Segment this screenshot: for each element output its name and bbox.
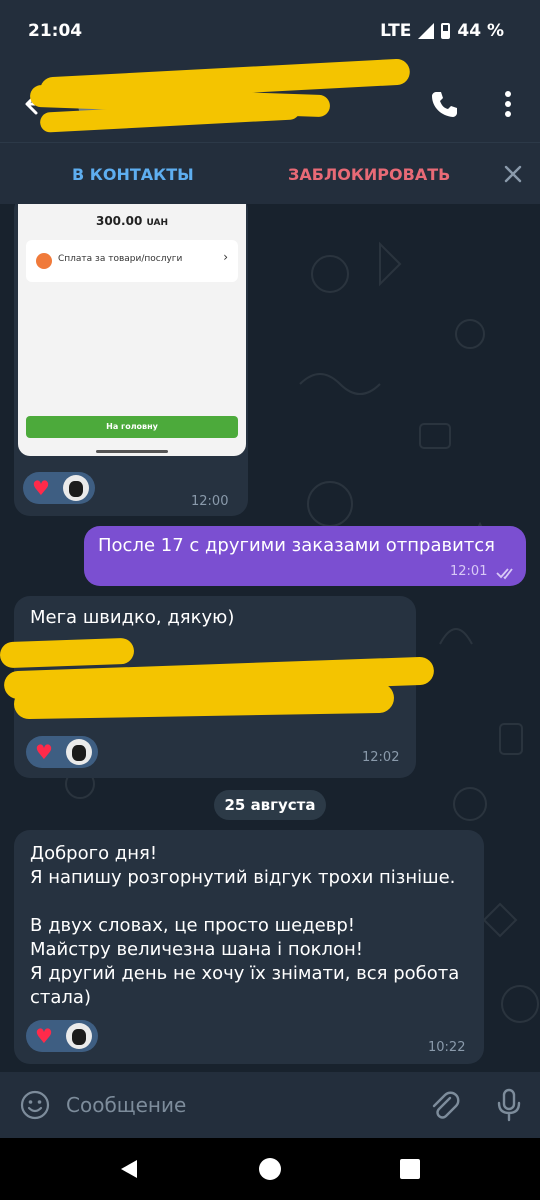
reactor-avatar: [66, 1023, 92, 1049]
paperclip-icon: [432, 1091, 460, 1119]
voice-message-button[interactable]: [494, 1087, 524, 1123]
payment-label: Сплата за товари/послуги: [58, 254, 183, 264]
message-time: 12:02: [362, 750, 400, 765]
battery-icon: [441, 23, 451, 39]
heart-reaction-icon: ♥: [35, 740, 53, 764]
chat-history[interactable]: 300.00 UAH Сплата за товари/послуги › На…: [0, 204, 540, 1072]
status-time: 21:04: [28, 21, 83, 41]
message-time: 12:00: [191, 494, 229, 509]
battery-level: 44 %: [457, 21, 504, 41]
message-bubble-incoming[interactable]: Доброго дня! Я напишу розгорнутий відгук…: [14, 830, 484, 1064]
reaction-chip[interactable]: ♥: [23, 472, 95, 504]
status-bar: 21:04 LTE 44 %: [0, 0, 540, 66]
message-text: Мега швидко, дякую): [30, 607, 235, 628]
reactor-avatar: [66, 739, 92, 765]
message-bubble-incoming[interactable]: Мега швидко, дякую) ♥ 12:02: [0, 596, 435, 778]
heart-reaction-icon: ♥: [35, 1024, 53, 1048]
receipt-home-button: На головну: [26, 416, 238, 438]
emoji-button[interactable]: [20, 1090, 50, 1120]
message-text: Доброго дня! Я напишу розгорнутий відгук…: [30, 843, 460, 1008]
redaction-mark: [0, 637, 135, 669]
date-separator: 25 августа: [214, 790, 326, 820]
message-text: После 17 с другими заказами отправится: [98, 535, 496, 556]
message-time: 10:22: [428, 1040, 466, 1055]
reaction-chip[interactable]: ♥: [26, 736, 98, 768]
system-nav-bar: [0, 1138, 540, 1200]
nav-back-icon[interactable]: [118, 1158, 140, 1180]
contact-action-bar: В КОНТАКТЫ ЗАБЛОКИРОВАТЬ: [0, 142, 540, 205]
close-action-bar-button[interactable]: [500, 161, 526, 187]
receipt-amount: 300.00 UAH: [95, 214, 169, 228]
block-button[interactable]: ЗАБЛОКИРОВАТЬ: [288, 165, 450, 184]
status-indicators: LTE 44 %: [380, 21, 504, 41]
chat-header: [0, 58, 540, 142]
nav-home-icon[interactable]: [259, 1158, 281, 1180]
add-to-contacts-button[interactable]: В КОНТАКТЫ: [72, 165, 194, 184]
message-input-bar: Сообщение: [0, 1072, 540, 1138]
call-button[interactable]: [428, 88, 460, 120]
receipt-image[interactable]: 300.00 UAH Сплата за товари/послуги › На…: [18, 204, 246, 456]
message-bubble-outgoing[interactable]: После 17 с другими заказами отправится 1…: [84, 526, 526, 586]
emoji-icon: [20, 1090, 50, 1120]
reactor-avatar: [63, 475, 89, 501]
receipt-payment-row: Сплата за товари/послуги ›: [26, 240, 238, 282]
chevron-right-icon: ›: [223, 250, 228, 264]
redaction-mark: [13, 682, 395, 720]
more-vertical-icon: [505, 91, 511, 117]
menu-button[interactable]: [494, 88, 522, 120]
message-input[interactable]: Сообщение: [66, 1093, 186, 1117]
nav-recent-apps-icon[interactable]: [400, 1159, 420, 1179]
reaction-chip[interactable]: ♥: [26, 1020, 98, 1052]
microphone-icon: [497, 1088, 521, 1122]
close-icon: [504, 165, 522, 183]
phone-icon: [432, 92, 457, 117]
home-indicator: [96, 450, 168, 453]
payment-icon: [36, 253, 52, 269]
heart-reaction-icon: ♥: [32, 476, 50, 500]
signal-icon: [418, 23, 435, 39]
attach-button[interactable]: [428, 1088, 460, 1122]
read-receipt-icon: [496, 568, 513, 580]
network-label: LTE: [380, 21, 412, 41]
message-time: 12:01: [450, 564, 488, 579]
